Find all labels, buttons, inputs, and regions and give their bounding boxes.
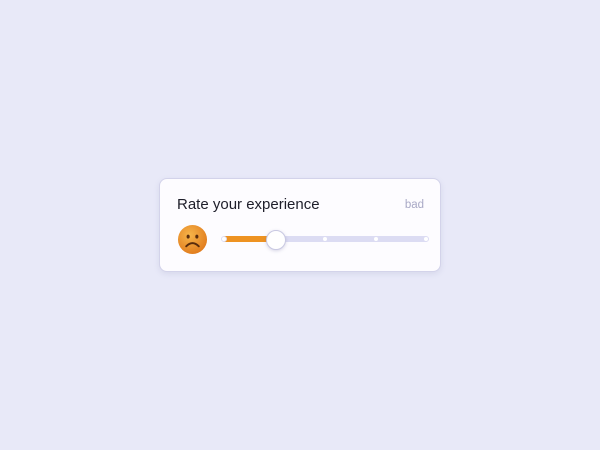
slider-step-dot[interactable] xyxy=(323,237,327,241)
slider-thumb[interactable] xyxy=(265,230,286,250)
slider-step-dot[interactable] xyxy=(221,236,227,242)
rating-slider[interactable] xyxy=(221,230,429,250)
slider-step-dot[interactable] xyxy=(423,236,429,242)
slider-step-dot[interactable] xyxy=(373,237,378,241)
frowning-face-icon xyxy=(177,224,208,255)
card-title: Rate your experience xyxy=(177,196,320,213)
rating-label: bad xyxy=(404,199,424,211)
rating-card: Rate your experience bad xyxy=(159,178,441,272)
